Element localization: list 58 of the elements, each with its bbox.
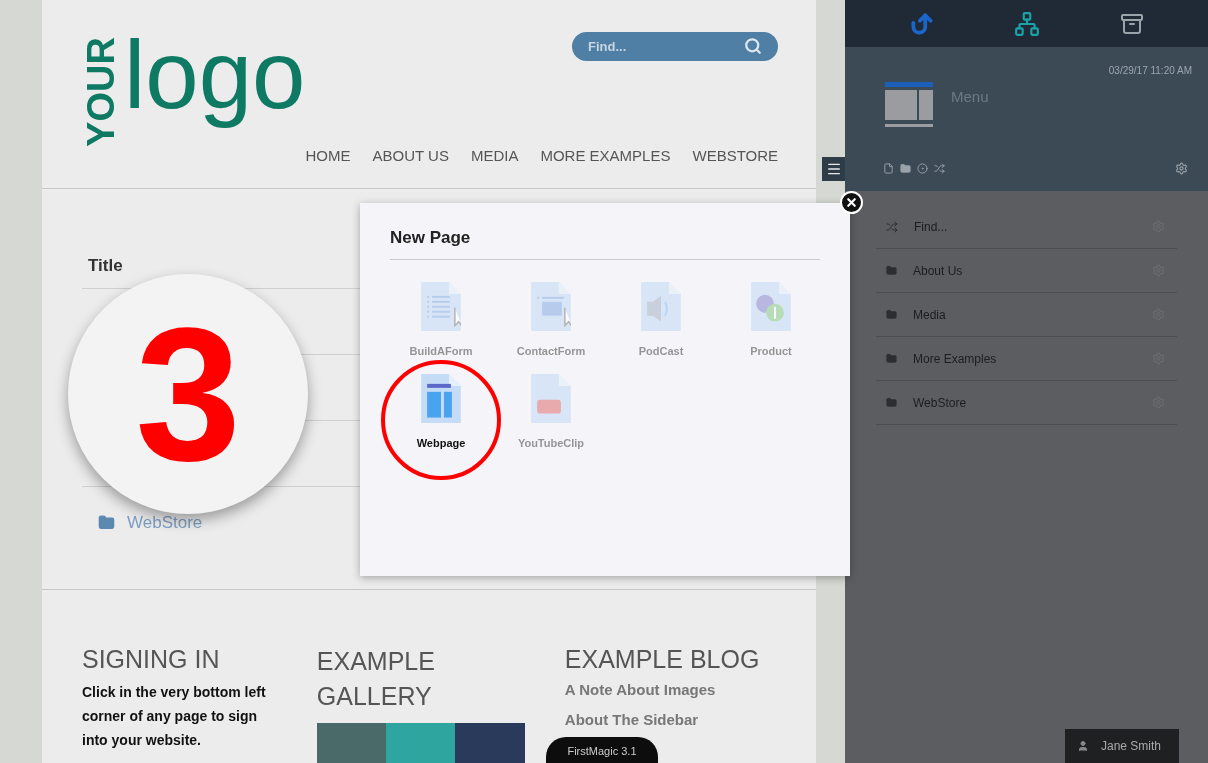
circle-icon[interactable] [917, 163, 928, 174]
settings-icon[interactable] [1175, 162, 1188, 175]
close-icon[interactable] [845, 196, 858, 209]
menu-item[interactable]: Media [876, 293, 1177, 337]
curved-arrow-icon[interactable] [908, 10, 935, 37]
search-field[interactable]: Find... [572, 32, 779, 61]
menu-item[interactable]: Find... [876, 205, 1177, 249]
search-icon[interactable] [744, 37, 763, 55]
menu-item[interactable]: More Examples [876, 337, 1177, 381]
user-button[interactable]: Jane Smith [1065, 729, 1179, 763]
nav-link[interactable]: MEDIA [470, 145, 519, 168]
nav-link[interactable]: MORE EXAMPLES [540, 145, 671, 168]
nav-link[interactable]: WEBSTORE [692, 145, 779, 168]
sitemap-icon[interactable] [1014, 10, 1041, 37]
logo-text: YOUR [82, 37, 120, 147]
page-type-option[interactable]: PodCast [606, 279, 716, 360]
timestamp: 03/29/17 11:20 AM [1108, 64, 1192, 78]
folder-icon [98, 514, 115, 531]
page-type-option[interactable]: YouTubeClip [496, 371, 606, 452]
page-type-option[interactable]: Product [716, 279, 826, 360]
contact-form-document-icon [531, 281, 571, 331]
folder-icon[interactable] [900, 163, 911, 174]
blog-link[interactable]: About The Sidebar [564, 706, 776, 734]
folder-icon [886, 353, 897, 364]
photo-placeholder [454, 723, 525, 763]
dialog-title: New Page [390, 225, 820, 260]
coins-document-icon [751, 281, 791, 331]
footer-heading: EXAMPLE GALLERY [316, 646, 436, 712]
content-title: Title [87, 254, 124, 277]
menu-item[interactable]: WebStore [876, 381, 1177, 425]
webpage-document-icon [421, 373, 461, 423]
logo-text: logo [124, 20, 306, 130]
folder-icon [886, 265, 897, 276]
speaker-document-icon [641, 281, 681, 331]
photo-placeholder [316, 723, 386, 763]
photo-placeholder [385, 723, 455, 763]
folder-icon [886, 309, 897, 320]
page-type-option[interactable]: BuildAForm [386, 279, 496, 360]
step-number-badge: 3 [68, 274, 308, 514]
shuffle-icon[interactable] [934, 163, 945, 174]
webpage-layout-icon [885, 82, 935, 128]
page-type-option[interactable]: Webpage [386, 371, 496, 452]
cabinet-icon[interactable] [1120, 11, 1145, 36]
form-document-icon [421, 281, 461, 331]
version-tab[interactable]: FirstMagic 3.1 [546, 737, 658, 763]
menu-item[interactable]: About Us [876, 249, 1177, 293]
user-icon[interactable] [1077, 740, 1089, 752]
nav-link[interactable]: ABOUT US [372, 145, 449, 168]
video-document-icon [531, 373, 571, 423]
footer-heading: EXAMPLE BLOG [564, 644, 761, 674]
footer-heading: SIGNING IN [82, 644, 221, 674]
folder-icon [886, 397, 897, 408]
blog-link[interactable]: A Note About Images [564, 676, 776, 704]
footer-text: Click in the very bottom left corner of any page to sign into your website. [82, 683, 267, 750]
nav-link[interactable]: HOME [305, 145, 351, 168]
page-type-option[interactable]: ContactForm [496, 279, 606, 360]
file-icon[interactable] [883, 163, 894, 174]
shuffle-icon [886, 220, 898, 233]
